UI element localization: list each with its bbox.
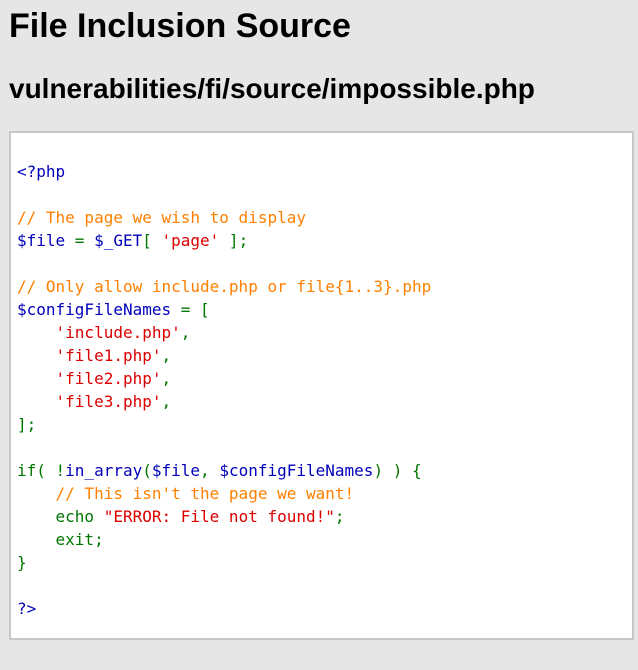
code-token-default: in_array — [65, 461, 143, 480]
code-token-keyword — [17, 346, 56, 365]
code-line: 'file3.php', — [17, 390, 431, 413]
code-token-keyword: , — [161, 346, 172, 365]
code-token-default: <?php — [17, 162, 66, 181]
code-token-string: "ERROR: File not found!" — [103, 507, 335, 526]
code-line: // The page we wish to display — [17, 206, 431, 229]
code-token-keyword: ( — [142, 461, 152, 480]
code-line: 'file1.php', — [17, 344, 431, 367]
code-token-keyword — [17, 323, 56, 342]
code-line: $configFileNames = [ — [17, 298, 431, 321]
code-token-string: 'file2.php' — [55, 369, 162, 388]
page-title: File Inclusion Source — [9, 7, 351, 45]
code-line: exit; — [17, 528, 431, 551]
code-token-default: $configFileNames — [219, 461, 374, 480]
code-token-keyword: echo — [17, 507, 104, 526]
code-token-default: $configFileNames — [17, 300, 181, 319]
code-token-comment: // The page we wish to display — [17, 208, 306, 227]
code-line: 'file2.php', — [17, 367, 431, 390]
code-line: ?> — [17, 597, 431, 620]
code-line: ]; — [17, 413, 431, 436]
code-token-string: 'file3.php' — [55, 392, 162, 411]
code-line: } — [17, 551, 431, 574]
code-token-keyword: ; — [334, 507, 345, 526]
code-token-default: $file — [17, 231, 75, 250]
code-line: // Only allow include.php or file{1..3}.… — [17, 275, 431, 298]
code-token-default: $_GET — [94, 231, 143, 250]
code-token-keyword: exit; — [17, 530, 104, 549]
code-token-keyword: , — [161, 369, 172, 388]
code-token-keyword: = — [74, 231, 95, 250]
code-line: if( !in_array($file, $configFileNames) )… — [17, 459, 431, 482]
code-line: echo "ERROR: File not found!"; — [17, 505, 431, 528]
code-token-string: 'include.php' — [55, 323, 181, 342]
source-code-box: <?php // The page we wish to display $file… — [9, 131, 634, 640]
code-token-keyword: ]; — [219, 231, 249, 250]
code-token-keyword: , — [200, 461, 220, 480]
code-token-comment: // Only allow include.php or file{1..3}.… — [17, 277, 432, 296]
code-token-keyword: ) ) { — [373, 461, 422, 480]
code-token-keyword: ]; — [17, 415, 37, 434]
code-token-keyword: = [ — [180, 300, 210, 319]
code-line: <?php — [17, 160, 431, 183]
code-token-keyword — [17, 484, 56, 503]
source-file-path: vulnerabilities/fi/source/impossible.php — [9, 73, 535, 104]
code-token-keyword: [ — [142, 231, 162, 250]
code-token-keyword: if( ! — [17, 461, 66, 480]
code-line: // This isn't the page we want! — [17, 482, 431, 505]
code-token-keyword — [17, 392, 56, 411]
code-line: $file = $_GET[ 'page' ]; — [17, 229, 431, 252]
code-line: 'include.php', — [17, 321, 431, 344]
code-token-default: ?> — [17, 599, 37, 618]
code-token-comment: // This isn't the page we want! — [55, 484, 355, 503]
code-token-keyword: } — [17, 553, 27, 572]
code-token-string: 'file1.php' — [55, 346, 162, 365]
php-source-code: <?php // The page we wish to display $file… — [17, 160, 431, 620]
code-token-default: $file — [151, 461, 201, 480]
code-token-keyword: , — [180, 323, 191, 342]
code-token-string: 'page' — [161, 231, 220, 250]
code-token-keyword — [17, 369, 56, 388]
code-token-keyword: , — [161, 392, 172, 411]
